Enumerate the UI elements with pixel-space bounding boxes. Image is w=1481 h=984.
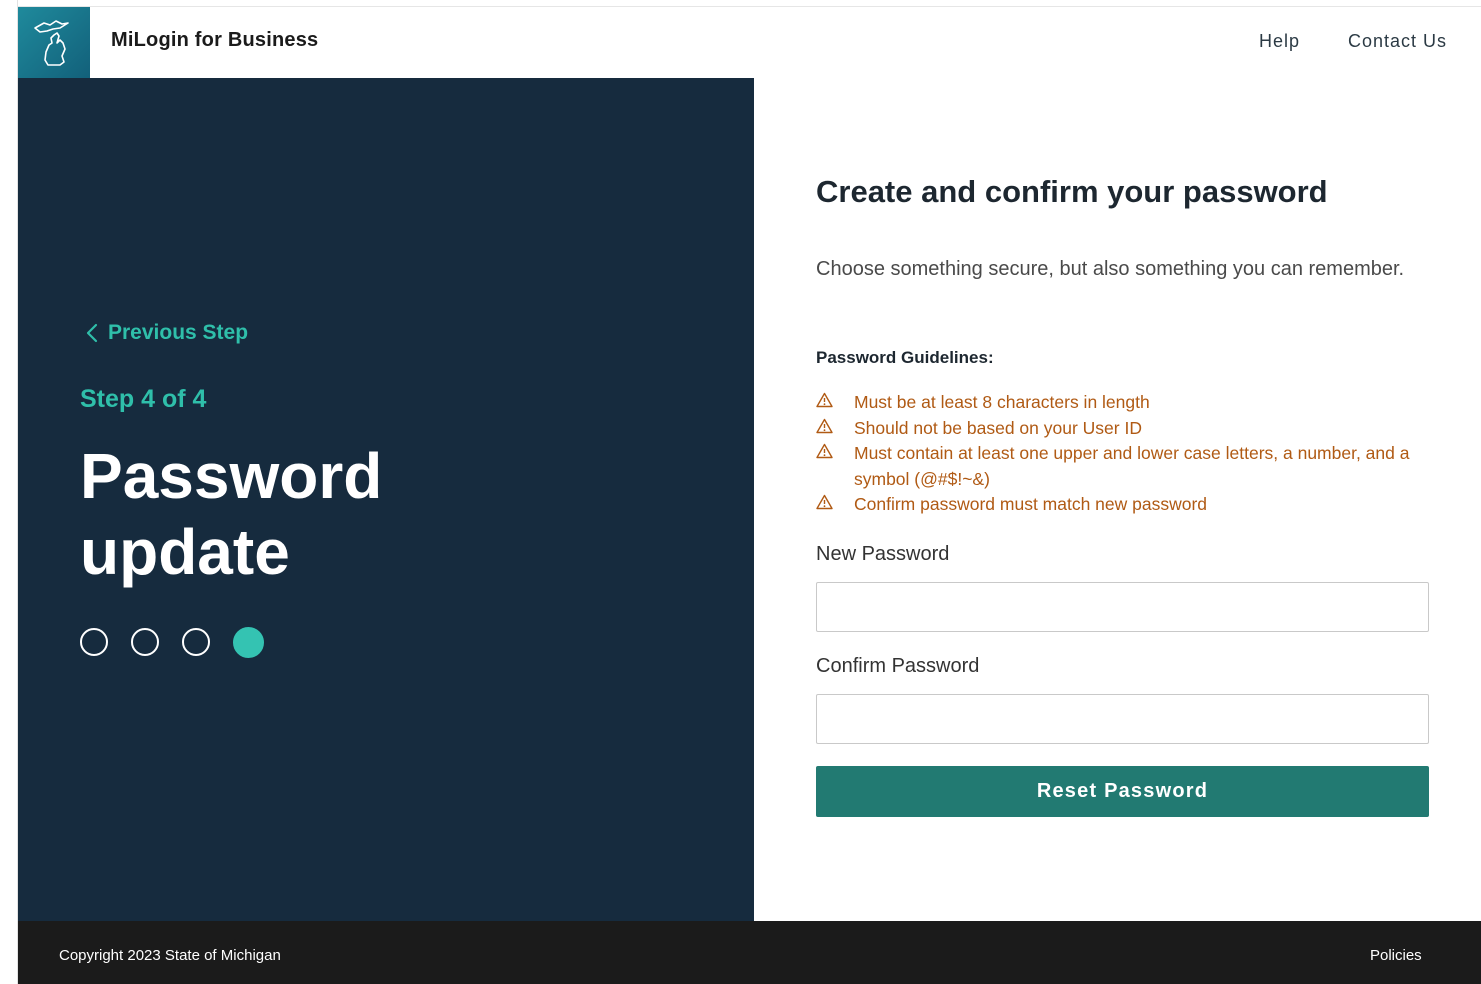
site-footer: Copyright 2023 State of Michigan Policie… [18, 921, 1481, 984]
michigan-state-outline-icon [34, 20, 69, 66]
warning-icon [816, 492, 854, 510]
previous-step-label: Previous Step [108, 321, 249, 344]
reset-password-button[interactable]: Reset Password [816, 766, 1429, 817]
guideline-item: Should not be based on your User ID [816, 416, 1416, 442]
guideline-text: Must be at least 8 characters in length [854, 392, 1150, 412]
guideline-item: Must contain at least one upper and lowe… [816, 441, 1416, 492]
step-dot-1 [80, 628, 108, 656]
form-subtitle: Choose something secure, but also someth… [816, 258, 1405, 280]
copyright-text: Copyright 2023 State of Michigan [59, 947, 281, 964]
step-dot-2 [131, 628, 159, 656]
step-progress-dots [80, 627, 287, 658]
warning-icon [816, 390, 854, 408]
form-title: Create and confirm your password [816, 174, 1328, 209]
guideline-item: Confirm password must match new password [816, 492, 1416, 518]
left-edge-strip [0, 0, 18, 984]
guideline-text: Must contain at least one upper and lowe… [854, 443, 1410, 489]
guideline-text: Confirm password must match new password [854, 494, 1208, 514]
new-password-label: New Password [816, 543, 950, 565]
chevron-left-icon [86, 323, 98, 343]
confirm-password-field[interactable] [816, 694, 1429, 744]
page-title: Password update [80, 440, 383, 588]
step-dot-3 [182, 628, 210, 656]
warning-icon [816, 416, 854, 434]
step-panel: Previous Step Step 4 of 4 Password updat… [18, 78, 754, 921]
confirm-password-label: Confirm Password [816, 655, 980, 677]
site-header: MiLogin for Business Help Contact Us [18, 6, 1481, 79]
guidelines-list: Must be at least 8 characters in length … [816, 390, 1416, 518]
app-title: MiLogin for Business [111, 29, 319, 51]
logo[interactable] [18, 7, 90, 79]
new-password-field[interactable] [816, 582, 1429, 632]
guideline-item: Must be at least 8 characters in length [816, 390, 1416, 416]
policies-link[interactable]: Policies [1370, 947, 1422, 964]
help-link[interactable]: Help [1259, 31, 1300, 52]
guidelines-title: Password Guidelines: [816, 348, 994, 367]
guideline-text: Should not be based on your User ID [854, 417, 1142, 438]
previous-step-link[interactable]: Previous Step [86, 321, 248, 345]
warning-icon [816, 441, 854, 459]
step-counter: Step 4 of 4 [80, 385, 207, 413]
contact-us-link[interactable]: Contact Us [1348, 31, 1447, 52]
step-dot-4-current [233, 627, 264, 658]
